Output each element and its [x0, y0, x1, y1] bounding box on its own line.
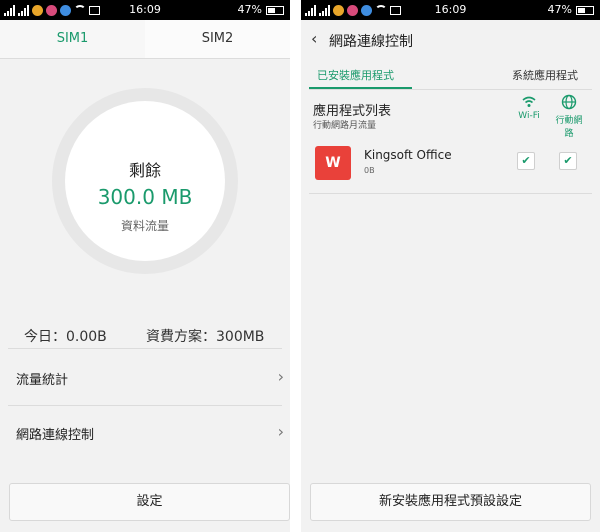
tab-sim2[interactable]: SIM2 — [145, 20, 290, 58]
tab-sim1[interactable]: SIM1 — [0, 20, 145, 58]
list-title: 應用程式列表 — [313, 104, 392, 119]
list-subtitle: 行動網路月流量 — [313, 121, 377, 131]
wifi-column-header: Wi-Fi — [514, 96, 544, 121]
back-arrow-icon[interactable]: ‹ — [311, 29, 317, 48]
row-traffic-stats[interactable]: 流量統計 › — [0, 351, 290, 405]
remaining-value: 300.0 MB — [97, 185, 193, 209]
battery-percent: 47% — [547, 3, 572, 16]
row-label: 流量統計 — [16, 373, 69, 388]
divider — [309, 89, 592, 90]
row-label: 網路連線控制 — [16, 428, 95, 443]
mobile-column-label: 行動網路 — [555, 116, 583, 139]
tab-system-apps[interactable]: 系統應用程式 — [512, 67, 578, 83]
plan-quota: 資費方案：300MB — [146, 329, 265, 345]
app-tabs: 已安裝應用程式 系統應用程式 — [301, 62, 600, 88]
globe-icon — [561, 94, 577, 110]
tab-installed-apps[interactable]: 已安裝應用程式 — [317, 67, 394, 83]
row-network-control[interactable]: 網路連線控制 › — [0, 406, 290, 460]
page-title: 網路連線控制 — [329, 34, 413, 50]
divider — [0, 58, 290, 59]
app-usage: 0B — [364, 166, 375, 175]
chevron-right-icon: › — [277, 367, 284, 386]
battery-percent: 47% — [237, 3, 262, 16]
settings-button[interactable]: 設定 — [9, 483, 290, 521]
wifi-icon — [522, 96, 536, 107]
today-usage: 今日：0.00B — [24, 329, 107, 345]
data-remaining-ring: 剩餘 300.0 MB 資料流量 — [52, 88, 238, 274]
battery-icon — [576, 6, 594, 15]
divider — [8, 348, 282, 349]
status-bar: 16:09 47% — [301, 0, 600, 20]
battery-icon — [266, 6, 284, 15]
new-app-default-settings-button[interactable]: 新安裝應用程式預設設定 — [310, 483, 591, 521]
app-name: Kingsoft Office — [364, 148, 452, 162]
chevron-right-icon: › — [277, 422, 284, 441]
wifi-column-label: Wi-Fi — [518, 111, 540, 121]
status-bar: 16:09 47% — [0, 0, 290, 20]
right-screen: 16:09 47% ‹ 網路連線控制 已安裝應用程式 系統應用程式 應用程式列表… — [301, 0, 600, 532]
kingsoft-office-icon: W — [315, 146, 351, 180]
remaining-sub: 資料流量 — [120, 219, 169, 233]
remaining-label: 剩餘 — [128, 161, 161, 180]
wifi-checkbox[interactable]: ✔ — [517, 152, 535, 170]
mobile-column-header: 行動網路 — [554, 94, 584, 139]
sim-tabs: SIM1 SIM2 — [0, 20, 290, 58]
mobile-checkbox[interactable]: ✔ — [559, 152, 577, 170]
left-screen: 16:09 47% SIM1 SIM2 剩餘 300.0 MB 資料流量 今日：… — [0, 0, 290, 532]
header: ‹ 網路連線控制 — [301, 20, 600, 60]
ring-center: 剩餘 300.0 MB 資料流量 — [65, 101, 225, 261]
divider — [309, 193, 592, 194]
